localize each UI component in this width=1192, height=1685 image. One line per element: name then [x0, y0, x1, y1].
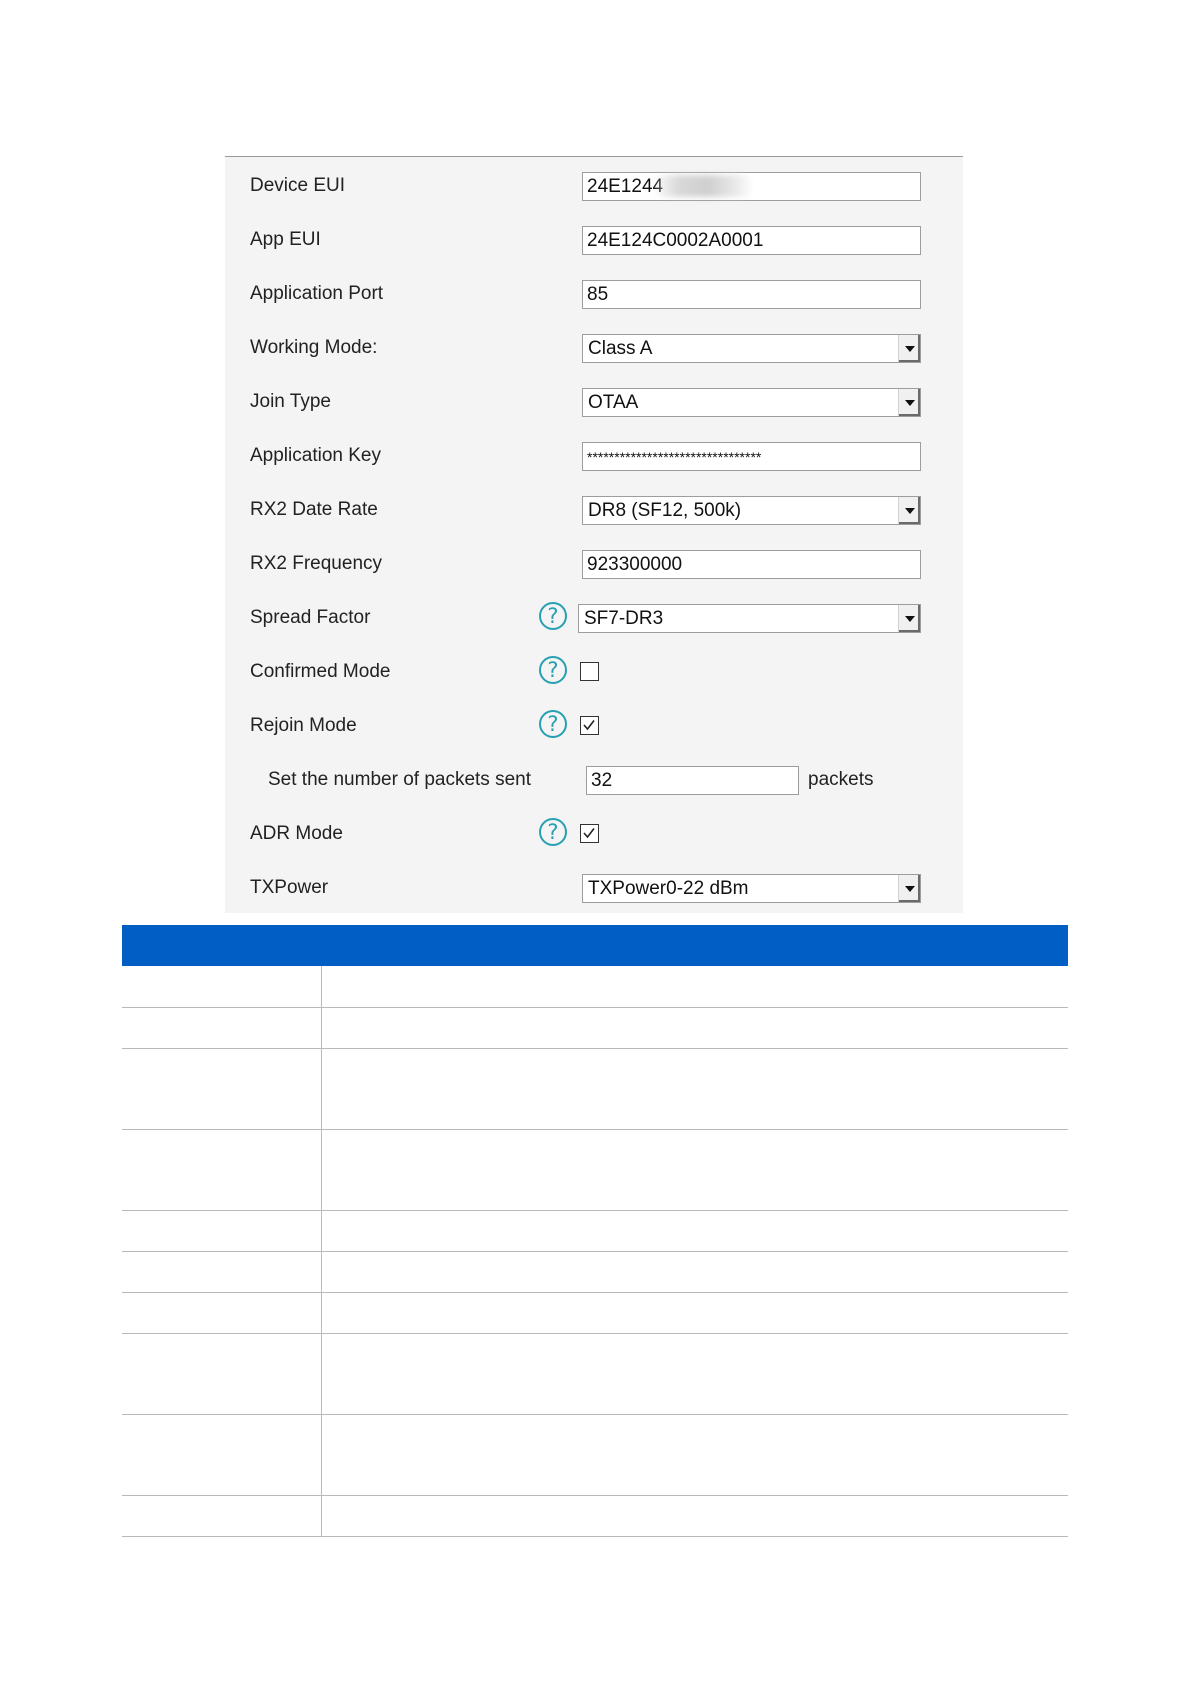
table-row	[122, 1333, 1068, 1415]
help-icon[interactable]: ?	[539, 602, 567, 630]
spread-factor-select[interactable]: SF7-DR3	[578, 604, 921, 633]
join-type-label: Join Type	[250, 391, 331, 412]
device-eui-row: Device EUI	[225, 169, 963, 203]
working-mode-value: Class A	[588, 338, 653, 359]
packets-sent-row: Set the number of packets sent packets	[225, 763, 963, 797]
packets-sent-input[interactable]	[586, 766, 799, 795]
device-eui-label: Device EUI	[250, 175, 346, 196]
chevron-down-icon[interactable]	[898, 605, 920, 632]
tx-power-label: TXPower	[250, 877, 329, 898]
rejoin-mode-row: Rejoin Mode ?	[225, 709, 963, 743]
chevron-down-icon[interactable]	[898, 389, 920, 416]
table-row	[122, 966, 1068, 1008]
tx-power-value: TXPower0-22 dBm	[588, 878, 749, 899]
rx2-frequency-row: RX2 Frequency	[225, 547, 963, 581]
rejoin-mode-label: Rejoin Mode	[250, 715, 357, 736]
spread-factor-row: Spread Factor ? SF7-DR3	[225, 601, 963, 635]
table-row	[122, 1129, 1068, 1211]
working-mode-select[interactable]: Class A	[582, 334, 921, 363]
lorawan-settings-panel: Device EUI App EUI Application Port Work…	[225, 156, 963, 913]
redacted-blur	[653, 175, 753, 197]
app-eui-label: App EUI	[250, 229, 321, 250]
application-key-row: Application Key	[225, 439, 963, 473]
application-port-label: Application Port	[250, 283, 384, 304]
application-key-label: Application Key	[250, 445, 381, 466]
tx-power-select[interactable]: TXPower0-22 dBm	[582, 874, 921, 903]
packets-unit: packets	[808, 769, 874, 790]
chevron-down-icon[interactable]	[898, 875, 920, 902]
table-row	[122, 1210, 1068, 1252]
application-port-input[interactable]	[582, 280, 921, 309]
checkmark-icon	[583, 828, 595, 839]
rx2-data-rate-row: RX2 Date Rate DR8 (SF12, 500k)	[225, 493, 963, 527]
chevron-down-icon[interactable]	[898, 335, 920, 362]
adr-mode-checkbox[interactable]	[580, 824, 599, 843]
help-icon[interactable]: ?	[539, 710, 567, 738]
checkmark-icon	[583, 720, 595, 731]
rx2-data-rate-value: DR8 (SF12, 500k)	[588, 500, 742, 521]
join-type-value: OTAA	[588, 392, 639, 413]
table-row	[122, 1495, 1068, 1537]
description-table	[122, 925, 1068, 1537]
join-type-row: Join Type OTAA	[225, 385, 963, 419]
table-row	[122, 1414, 1068, 1496]
table-header-row	[122, 925, 1068, 966]
help-icon[interactable]: ?	[539, 818, 567, 846]
adr-mode-row: ADR Mode ?	[225, 817, 963, 851]
chevron-down-icon[interactable]	[898, 497, 920, 524]
adr-mode-label: ADR Mode	[250, 823, 343, 844]
confirmed-mode-label: Confirmed Mode	[250, 661, 391, 682]
rx2-data-rate-select[interactable]: DR8 (SF12, 500k)	[582, 496, 921, 525]
application-port-row: Application Port	[225, 277, 963, 311]
confirmed-mode-row: Confirmed Mode ?	[225, 655, 963, 689]
table-row	[122, 1251, 1068, 1293]
packets-sent-label: Set the number of packets sent	[268, 769, 531, 790]
rx2-frequency-label: RX2 Frequency	[250, 553, 383, 574]
working-mode-label: Working Mode:	[250, 337, 378, 358]
app-eui-input[interactable]	[582, 226, 921, 255]
rejoin-mode-checkbox[interactable]	[580, 716, 599, 735]
table-header-cell	[122, 925, 322, 966]
working-mode-row: Working Mode: Class A	[225, 331, 963, 365]
rx2-data-rate-label: RX2 Date Rate	[250, 499, 378, 520]
table-row	[122, 1048, 1068, 1130]
spread-factor-value: SF7-DR3	[584, 608, 664, 629]
spread-factor-label: Spread Factor	[250, 607, 371, 628]
table-row	[122, 1292, 1068, 1334]
help-icon[interactable]: ?	[539, 656, 567, 684]
tx-power-row: TXPower TXPower0-22 dBm	[225, 871, 963, 905]
app-eui-row: App EUI	[225, 223, 963, 257]
rx2-frequency-input[interactable]	[582, 550, 921, 579]
table-header-cell	[321, 925, 1068, 966]
table-row	[122, 1007, 1068, 1049]
application-key-input[interactable]	[582, 442, 921, 471]
join-type-select[interactable]: OTAA	[582, 388, 921, 417]
confirmed-mode-checkbox[interactable]	[580, 662, 599, 681]
